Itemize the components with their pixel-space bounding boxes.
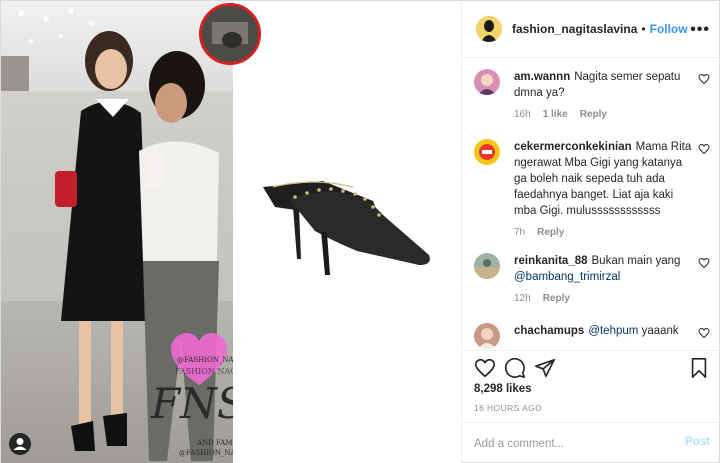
comment-meta: 7h Reply (514, 227, 710, 238)
post-header: fashion_nagitaslavina • Follow ••• (462, 1, 720, 58)
comment-username[interactable]: cekermerconkekinian (514, 141, 632, 153)
comment-input[interactable] (474, 435, 664, 453)
inset-thumbnail (199, 3, 261, 65)
comment-body: cekermerconkekinian Mama Rita ngerawat Mb… (514, 139, 694, 219)
account-avatar[interactable] (476, 16, 502, 42)
comment-reply-button[interactable]: Reply (537, 227, 564, 238)
comments-list[interactable]: am.wannn Nagita semer sepatu dmna ya? 16h… (462, 59, 720, 349)
studded-mule-icon (263, 181, 430, 275)
comment-like-heart-icon[interactable] (698, 327, 710, 339)
comment-meta: 12h Reply (514, 293, 710, 304)
comment-like-count[interactable]: 1 like (543, 109, 568, 120)
comment-text: Bukan main yang (591, 255, 681, 267)
follow-button[interactable]: Follow (650, 22, 688, 36)
watermark-handle-top: @FASHION_NAGITASLAVINA (177, 356, 233, 364)
comment-meta: 16h 1 like Reply (514, 109, 710, 120)
comment-item: reinkanita_88 Bukan main yang @bambang_tr… (474, 253, 710, 304)
comment-avatar[interactable] (474, 69, 500, 95)
comment-text: yaaank (641, 325, 679, 337)
post-timestamp: 16 HOURS AGO (474, 403, 543, 413)
comment-avatar[interactable] (474, 253, 500, 279)
add-comment-bar: Post (462, 422, 720, 463)
post-sidebar: fashion_nagitaslavina • Follow ••• am.wa… (461, 1, 720, 463)
comment-username[interactable]: am.wannn (514, 71, 570, 83)
post-comment-button[interactable]: Post (685, 436, 710, 448)
more-options-icon[interactable]: ••• (690, 21, 710, 39)
watermark-and-family: AND FAMILY (197, 439, 233, 447)
post-actions (462, 350, 720, 384)
shoe-product-photo (233, 1, 461, 463)
separator-dot: • (641, 22, 646, 36)
comment-mention-link[interactable]: @bambang_trimirzal (514, 271, 620, 283)
comment-avatar[interactable] (474, 139, 500, 165)
like-count[interactable]: 8,298 likes (474, 383, 532, 395)
comment-like-heart-icon[interactable] (698, 257, 710, 269)
comment-body: reinkanita_88 Bukan main yang @bambang_tr… (514, 253, 694, 285)
bookmark-icon[interactable] (688, 357, 710, 379)
watermark-brand-line: FASHION NAGITA SLAVINA (175, 367, 233, 376)
watermark-logo: FNS (151, 379, 233, 428)
like-heart-icon[interactable] (474, 357, 496, 379)
comment-reply-button[interactable]: Reply (580, 109, 607, 120)
tagged-user-icon[interactable] (9, 433, 31, 455)
comment-body: chachamups @tehpum yaaank (514, 323, 694, 339)
comment-bubble-icon[interactable] (504, 357, 526, 379)
comment-item: am.wannn Nagita semer sepatu dmna ya? 16h… (474, 69, 710, 120)
comment-username[interactable]: reinkanita_88 (514, 255, 588, 267)
comment-username[interactable]: chachamups (514, 325, 584, 337)
comment-like-heart-icon[interactable] (698, 73, 710, 85)
comment-age: 16h (514, 109, 531, 120)
comment-body: am.wannn Nagita semer sepatu dmna ya? (514, 69, 694, 101)
comment-item: chachamups @tehpum yaaank (474, 323, 710, 349)
comment-age: 7h (514, 227, 526, 238)
mirror-selfie-photo: @FASHION_NAGITASLAVINA FASHION NAGITA SL… (1, 1, 233, 463)
account-username[interactable]: fashion_nagitaslavina (512, 22, 637, 36)
post-media[interactable]: @FASHION_NAGITASLAVINA FASHION NAGITA SL… (1, 1, 461, 463)
comment-mention-link[interactable]: @tehpum (588, 325, 638, 337)
instagram-post: @FASHION_NAGITASLAVINA FASHION NAGITA SL… (0, 0, 720, 463)
comment-reply-button[interactable]: Reply (543, 293, 570, 304)
comment-item: cekermerconkekinian Mama Rita ngerawat Mb… (474, 139, 710, 238)
comment-like-heart-icon[interactable] (698, 143, 710, 155)
share-send-icon[interactable] (534, 357, 556, 379)
comment-avatar[interactable] (474, 323, 500, 349)
comment-age: 12h (514, 293, 531, 304)
watermark-handle-bottom: @FASHION_NAGITASLAVINA (179, 449, 233, 457)
